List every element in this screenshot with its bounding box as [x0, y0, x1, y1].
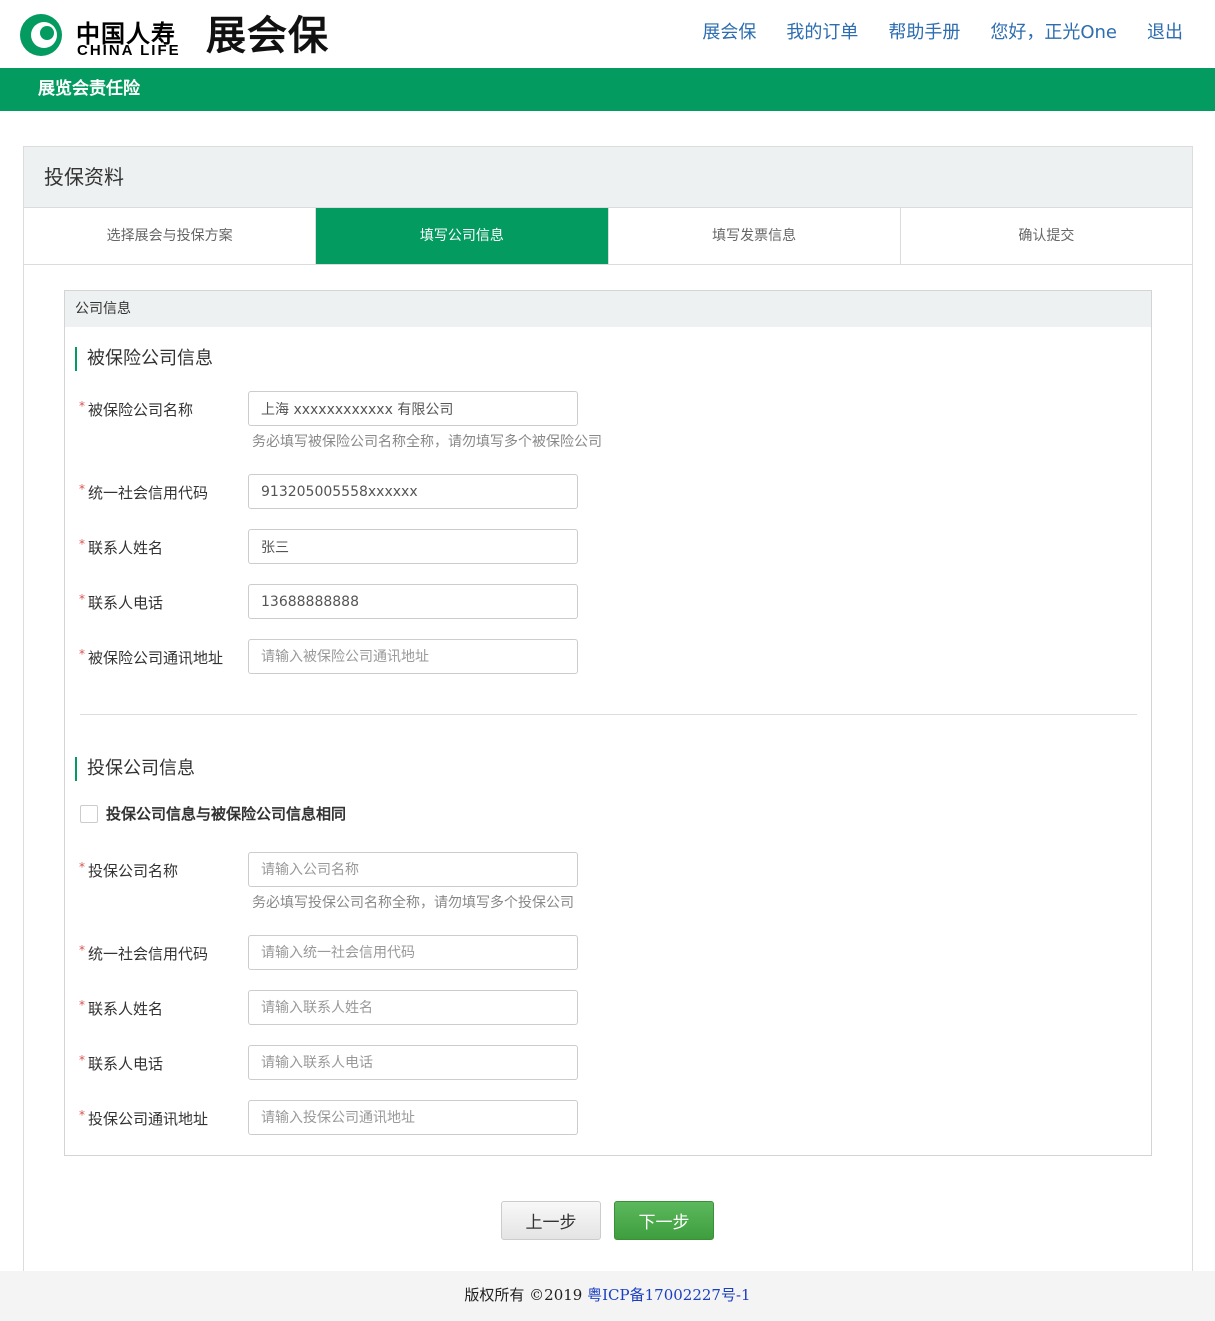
panel-title: 投保资料 [24, 147, 1192, 208]
insured-credit-code-input[interactable] [248, 474, 578, 509]
insured-address-label-text: 被保险公司通讯地址 [88, 649, 224, 667]
applicant-credit-code-label: * 统一社会信用代码 [79, 943, 208, 964]
insured-contact-phone-row: * 联系人电话 [79, 584, 1139, 620]
form-actions: 上一步 下一步 [501, 1201, 714, 1240]
applicant-address-row: * 投保公司通讯地址 [79, 1100, 1139, 1136]
applicant-name-row: *投保公司名称 务必填写投保公司名称全称，请勿填写多个投保公司 [79, 852, 1139, 911]
insured-name-label-text: 被保险公司名称 [88, 401, 194, 419]
step-confirm-submit[interactable]: 确认提交 [901, 208, 1192, 264]
applicant-contact-phone-label: * 联系人电话 [79, 1053, 163, 1074]
insured-contact-phone-label-text: 联系人电话 [88, 594, 164, 612]
insured-contact-name-row: * 联系人姓名 [79, 529, 1139, 565]
nav-user-link[interactable]: 您好，正光One [990, 20, 1117, 46]
insured-name-hint: 务必填写被保险公司名称全称，请勿填写多个被保险公司 [252, 434, 602, 450]
step-select-exhibition[interactable]: 选择展会与投保方案 [24, 208, 317, 264]
applicant-address-label-text: 投保公司通讯地址 [88, 1110, 209, 1128]
applicant-contact-phone-label-text: 联系人电话 [88, 1055, 164, 1073]
insured-name-input[interactable] [248, 391, 578, 426]
nav-home-link[interactable]: 展会保 [702, 20, 756, 46]
nav-logout-link[interactable]: 退出 [1147, 20, 1183, 46]
applicant-contact-name-label: * 联系人姓名 [79, 998, 163, 1019]
applicant-address-label: * 投保公司通讯地址 [79, 1108, 208, 1129]
step-company-info[interactable]: 填写公司信息 [316, 208, 609, 264]
same-as-insured-label[interactable]: 投保公司信息与被保险公司信息相同 [106, 803, 346, 824]
prev-step-button[interactable]: 上一步 [501, 1201, 601, 1240]
insured-contact-name-label-text: 联系人姓名 [88, 539, 164, 557]
insured-name-row: *被保险公司名称 务必填写被保险公司名称全称，请勿填写多个被保险公司 [79, 391, 1139, 450]
applicant-contact-name-row: * 联系人姓名 [79, 990, 1139, 1026]
required-mark: * [79, 647, 85, 661]
required-mark: * [79, 1108, 85, 1122]
applicant-name-label: * 投保公司名称 [79, 860, 178, 881]
applicant-name-input[interactable] [248, 852, 578, 887]
copyright-text: 版权所有 ©2019 [464, 1286, 588, 1304]
insured-address-label: * 被保险公司通讯地址 [79, 647, 223, 668]
insured-contact-name-input[interactable] [248, 529, 578, 564]
section-divider [80, 714, 1137, 715]
applicant-name-hint: 务必填写投保公司名称全称，请勿填写多个投保公司 [252, 895, 574, 911]
required-mark: * [79, 537, 85, 551]
applicant-contact-phone-input[interactable] [248, 1045, 578, 1080]
applicant-section-title: 投保公司信息 [75, 757, 195, 781]
required-mark: * [79, 943, 85, 957]
applicant-address-input[interactable] [248, 1100, 578, 1135]
applicant-credit-code-input[interactable] [248, 935, 578, 970]
applicant-name-label-text: 投保公司名称 [88, 862, 179, 880]
main-panel: 投保资料 选择展会与投保方案 填写公司信息 填写发票信息 确认提交 公司信息 被… [23, 146, 1193, 1276]
same-as-insured-checkbox[interactable] [80, 804, 98, 823]
applicant-contact-phone-row: * 联系人电话 [79, 1045, 1139, 1081]
nav-help-link[interactable]: 帮助手册 [888, 20, 960, 46]
step-tabs: 选择展会与投保方案 填写公司信息 填写发票信息 确认提交 [24, 208, 1192, 265]
icp-link[interactable]: 粤ICP备17002227号-1 [587, 1286, 750, 1304]
logo-english-text: CHINA LIFE [77, 42, 181, 59]
same-as-insured-row: 投保公司信息与被保险公司信息相同 [80, 803, 346, 824]
insured-contact-phone-label: * 联系人电话 [79, 592, 163, 613]
required-mark: * [79, 399, 85, 413]
required-mark: * [79, 998, 85, 1012]
insured-contact-phone-input[interactable] [248, 584, 578, 619]
top-nav: 展会保 我的订单 帮助手册 您好，正光One 退出 [702, 20, 1183, 46]
brand-title: 展会保 [206, 13, 329, 59]
applicant-credit-code-label-text: 统一社会信用代码 [88, 945, 209, 963]
insured-section-title: 被保险公司信息 [75, 347, 213, 371]
insured-address-row: * 被保险公司通讯地址 [79, 639, 1139, 675]
insured-credit-code-label: * 统一社会信用代码 [79, 482, 208, 503]
company-info-box: 公司信息 被保险公司信息 *被保险公司名称 务必填写被保险公司名称全称，请勿填写… [64, 290, 1152, 1156]
insured-name-label: * 被保险公司名称 [79, 399, 193, 420]
insured-credit-code-row: * 统一社会信用代码 [79, 474, 1139, 510]
required-mark: * [79, 482, 85, 496]
required-mark: * [79, 860, 85, 874]
company-info-box-title: 公司信息 [65, 291, 1151, 327]
insured-address-input[interactable] [248, 639, 578, 674]
required-mark: * [79, 1053, 85, 1067]
insured-contact-name-label: * 联系人姓名 [79, 537, 163, 558]
step-invoice-info[interactable]: 填写发票信息 [609, 208, 901, 264]
applicant-contact-name-label-text: 联系人姓名 [88, 1000, 164, 1018]
next-step-button[interactable]: 下一步 [614, 1201, 714, 1240]
product-banner: 展览会责任险 [0, 68, 1215, 111]
page-footer: 版权所有 ©2019 粤ICP备17002227号-1 [0, 1271, 1215, 1321]
china-life-logo-icon [20, 14, 62, 56]
applicant-credit-code-row: * 统一社会信用代码 [79, 935, 1139, 971]
required-mark: * [79, 592, 85, 606]
nav-orders-link[interactable]: 我的订单 [786, 20, 858, 46]
top-header: 中国人寿 CHINA LIFE 展会保 展会保 我的订单 帮助手册 您好，正光O… [0, 0, 1215, 68]
applicant-contact-name-input[interactable] [248, 990, 578, 1025]
insured-credit-code-label-text: 统一社会信用代码 [88, 484, 209, 502]
